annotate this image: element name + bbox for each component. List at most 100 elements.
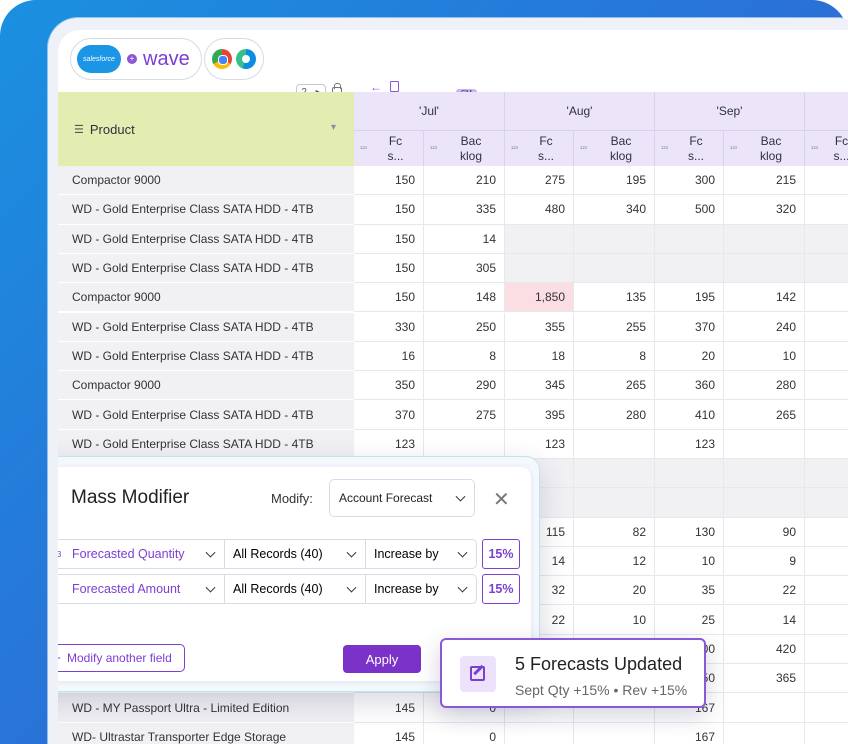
value-cell[interactable]: 10 [724,341,805,372]
value-cell[interactable]: 335 [424,195,505,225]
value-cell[interactable]: 355 [505,312,574,342]
column-sub-header[interactable]: ¹²³ Fc s... [354,130,424,166]
value-cell[interactable]: 18 [505,341,574,372]
month-header[interactable]: 'Jul' [354,92,505,130]
value-cell[interactable]: 123 [505,429,574,459]
value-cell[interactable] [574,488,655,518]
value-cell[interactable]: 215 [724,166,805,196]
month-header[interactable]: 'Aug' [505,92,655,130]
value-cell[interactable]: 280 [724,371,805,401]
value-cell[interactable]: 410 [655,400,724,430]
operation-select[interactable]: Increase by [365,539,477,569]
value-cell[interactable]: 10 [574,605,655,635]
value-cell[interactable] [724,488,805,518]
value-cell[interactable]: 6 [805,635,848,665]
value-cell[interactable]: 340 [574,195,655,225]
value-cell[interactable]: 135 [574,283,655,313]
value-cell[interactable]: 150 [354,283,424,313]
value-cell[interactable]: 250 [424,312,505,342]
field-select[interactable]: 123 Forecasted Quantity [58,539,225,569]
value-cell[interactable] [805,459,848,489]
value-cell[interactable]: 240 [724,312,805,342]
product-column-header[interactable]: ☰ Product ▾ [58,92,354,166]
value-cell[interactable]: 255 [574,312,655,342]
value-cell[interactable]: 12 [574,546,655,577]
value-cell[interactable] [805,488,848,518]
modify-target-select[interactable]: Account Forecast [329,479,475,517]
value-cell[interactable]: 305 [424,253,505,284]
value-cell[interactable]: 370 [354,400,424,430]
scope-select[interactable]: All Records (40) [224,539,366,569]
value-cell[interactable] [724,224,805,254]
value-cell[interactable] [505,224,574,254]
value-cell[interactable] [505,722,574,744]
value-cell[interactable]: 395 [505,400,574,430]
column-sub-header[interactable]: ¹²³ Fc s... [655,130,724,166]
operation-select[interactable]: Increase by [365,574,477,604]
value-cell[interactable] [724,459,805,489]
value-cell[interactable]: 9 [724,546,805,577]
value-cell[interactable]: 0 [424,722,505,744]
value-cell[interactable]: 22 [724,576,805,606]
value-cell[interactable] [724,693,805,723]
value-cell[interactable]: 82 [574,517,655,547]
value-cell[interactable]: 265 [574,371,655,401]
value-cell[interactable]: 3 [805,313,848,342]
value-cell[interactable] [424,429,505,459]
value-cell[interactable] [805,664,848,694]
value-cell[interactable]: 150 [354,224,424,254]
close-icon[interactable]: ✕ [493,487,510,512]
value-cell[interactable] [655,224,724,254]
product-cell[interactable]: WD - Gold Enterprise Class SATA HDD - 4T… [58,224,354,254]
add-field-button[interactable]: + Modify another field [58,644,185,672]
value-cell[interactable]: 90 [724,517,805,547]
value-cell[interactable]: 345 [505,371,574,401]
value-cell[interactable] [655,488,724,518]
value-cell[interactable]: 10 [655,546,724,577]
value-cell[interactable]: 195 [655,283,724,313]
column-sub-header[interactable]: ¹²³ Fc s... [805,130,848,166]
value-cell[interactable]: 370 [655,312,724,342]
value-cell[interactable]: 480 [505,195,574,225]
value-cell[interactable] [724,429,805,459]
value-cell[interactable] [574,253,655,284]
value-cell[interactable]: 265 [724,400,805,430]
value-cell[interactable]: 4 [805,400,848,430]
chevron-down-icon[interactable]: ▾ [331,122,336,133]
field-select[interactable]: $ Forecasted Amount [58,574,225,604]
value-cell[interactable]: 145 [354,693,424,723]
value-cell[interactable]: 3 [805,371,848,401]
value-cell[interactable]: 275 [505,166,574,196]
value-cell[interactable]: 123 [655,429,724,459]
value-cell[interactable]: 365 [724,664,805,694]
product-cell[interactable]: Compactor 9000 [58,166,354,196]
product-cell[interactable]: WD- Ultrastar Transporter Edge Storage [58,722,354,744]
column-sub-header[interactable]: ¹²³ Fc s... [505,130,574,166]
value-cell[interactable]: 1,850 [505,283,574,313]
value-cell[interactable]: 148 [424,283,505,313]
value-cell[interactable]: 360 [655,371,724,401]
product-cell[interactable]: Compactor 9000 [58,283,354,313]
value-cell[interactable]: 420 [724,634,805,665]
product-cell[interactable]: WD - Gold Enterprise Class SATA HDD - 4T… [58,429,354,459]
value-cell[interactable]: 16 [354,341,424,372]
value-cell[interactable] [574,722,655,744]
value-cell[interactable]: 2 [805,166,848,196]
value-cell[interactable] [655,459,724,489]
value-cell[interactable]: 320 [724,195,805,225]
value-cell[interactable]: 210 [424,166,505,196]
value-cell[interactable]: 150 [354,253,424,284]
value-cell[interactable] [805,342,848,372]
value-cell[interactable]: 280 [574,400,655,430]
value-cell[interactable]: 290 [424,371,505,401]
value-cell[interactable]: 330 [354,312,424,342]
percent-input[interactable]: 15% [482,574,520,604]
value-cell[interactable] [724,253,805,284]
value-cell[interactable] [574,224,655,254]
value-cell[interactable] [805,693,848,723]
value-cell[interactable]: 35 [655,576,724,606]
value-cell[interactable]: 130 [655,517,724,547]
value-cell[interactable]: 25 [655,605,724,635]
month-header[interactable]: 'Sep' [655,92,805,130]
value-cell[interactable] [805,723,848,744]
